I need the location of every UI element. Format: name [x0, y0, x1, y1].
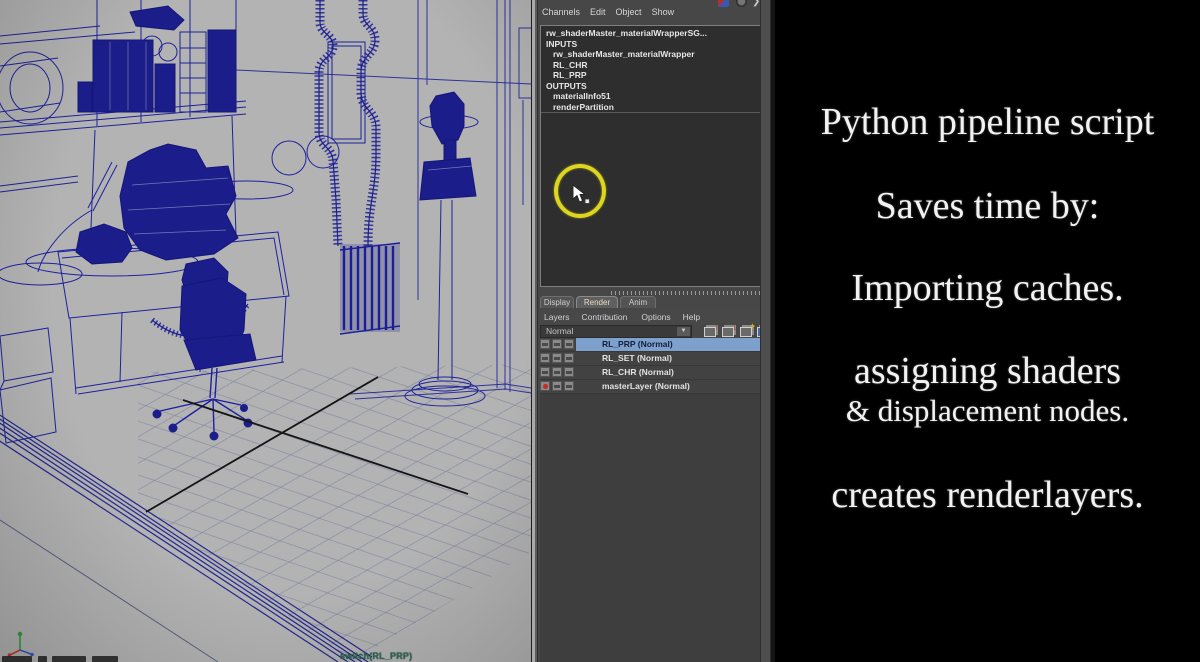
channel-box-list: rw_shaderMaster_materialWrapperSG... INP… — [541, 26, 760, 112]
tab-anim[interactable]: Anim — [620, 296, 656, 308]
channel-section: OUTPUTS — [541, 81, 760, 92]
layer-renderable-toggle[interactable] — [540, 367, 550, 377]
menu-object[interactable]: Object — [616, 7, 642, 17]
panel-divider[interactable] — [531, 0, 538, 662]
layer-editor-menubar: Layers Contribution Options Help — [540, 310, 761, 323]
channel-box[interactable]: rw_shaderMaster_materialWrapperSG... INP… — [540, 25, 761, 287]
clipped-text-fragment — [2, 656, 32, 662]
wireframe-scene — [0, 0, 531, 662]
caption-line: assigning shaders — [854, 349, 1121, 393]
layer-renderable-toggle[interactable] — [540, 381, 550, 391]
menu-show[interactable]: Show — [652, 7, 675, 17]
panel-scrollbar[interactable] — [760, 0, 771, 662]
menu-channels[interactable]: Channels — [542, 7, 580, 17]
move-layer-down-icon[interactable]: ↓ — [721, 324, 736, 338]
layer-row[interactable]: RL_PRP (Normal) — [540, 338, 761, 352]
layer-row[interactable]: RL_CHR (Normal) — [540, 366, 761, 380]
channel-item[interactable]: RL_PRP — [541, 70, 760, 81]
create-empty-layer-icon[interactable]: + — [739, 324, 754, 338]
panel-top-icons: ❯ — [531, 0, 775, 7]
layer-toggle[interactable] — [564, 381, 574, 391]
layer-toggle[interactable] — [564, 367, 574, 377]
blend-mode-dropdown[interactable]: Normal ▼ — [540, 325, 692, 338]
tab-render[interactable]: Render — [576, 296, 618, 308]
layer-renderable-toggle[interactable] — [540, 339, 550, 349]
maya-viewport[interactable]: switch(RL_PRP) — [0, 0, 531, 662]
layer-name[interactable]: RL_CHR (Normal) — [576, 366, 761, 379]
layer-row[interactable]: RL_SET (Normal) — [540, 352, 761, 366]
caption-line: creates renderlayers. — [831, 473, 1143, 517]
channel-section: INPUTS — [541, 39, 760, 50]
layer-renderable-toggle[interactable] — [540, 353, 550, 363]
clipped-text-fragment — [52, 656, 86, 662]
layer-row[interactable]: masterLayer (Normal) — [540, 380, 761, 394]
channel-item[interactable]: rw_shaderMaster_materialWrapperSG... — [541, 28, 760, 39]
tab-display[interactable]: Display — [540, 296, 574, 308]
axis-gizmo-icon — [6, 630, 40, 658]
caption-line: Importing caches. — [851, 266, 1123, 310]
blend-mode-value: Normal — [546, 326, 573, 336]
layer-toggle[interactable] — [552, 367, 562, 377]
caption-line: & displacement nodes. — [846, 393, 1129, 429]
channel-item[interactable]: materialInfo51 — [541, 91, 760, 102]
chevron-down-icon[interactable]: ▼ — [677, 327, 690, 336]
channel-item[interactable]: rw_shaderMaster_materialWrapper — [541, 49, 760, 60]
caption-line: Python pipeline script — [821, 100, 1155, 144]
menu-options[interactable]: Options — [641, 312, 670, 322]
channel-item[interactable]: renderPartition — [541, 102, 760, 113]
channel-box-separator — [541, 112, 760, 113]
caption-panel: Python pipeline script Saves time by: Im… — [775, 0, 1200, 662]
not-renderable-indicator — [543, 384, 548, 389]
key-icon[interactable] — [718, 0, 729, 7]
screenshot-stage: switch(RL_PRP) Channels Edit Object Show… — [0, 0, 1200, 662]
layer-toggle[interactable] — [552, 381, 562, 391]
menu-edit[interactable]: Edit — [590, 7, 606, 17]
panel-drag-handle[interactable] — [611, 291, 761, 295]
menu-contribution[interactable]: Contribution — [582, 312, 628, 322]
clipped-text-fragment — [38, 656, 47, 662]
layer-list-empty-area — [540, 394, 761, 662]
clipped-text-fragment — [92, 656, 118, 662]
channel-item[interactable]: RL_CHR — [541, 60, 760, 71]
render-layer-list: RL_PRP (Normal) RL_SET (Normal) RL_CHR (… — [540, 338, 761, 394]
layer-toggle[interactable] — [552, 353, 562, 363]
mouse-cursor-icon — [572, 184, 592, 206]
maya-side-panel: Channels Edit Object Show ❯ rw_shaderMas… — [531, 0, 775, 662]
layer-name[interactable]: masterLayer (Normal) — [576, 380, 761, 393]
menu-help[interactable]: Help — [683, 312, 700, 322]
menu-layers[interactable]: Layers — [544, 312, 570, 322]
caption-line: Saves time by: — [876, 184, 1100, 228]
layer-name[interactable]: RL_PRP (Normal) — [576, 338, 761, 351]
layer-toggle[interactable] — [564, 339, 574, 349]
viewport-annotation: switch(RL_PRP) — [340, 651, 412, 661]
layer-name[interactable]: RL_SET (Normal) — [576, 352, 761, 365]
layer-toggle[interactable] — [552, 339, 562, 349]
move-layer-up-icon[interactable]: ↑ — [703, 324, 718, 338]
layer-toggle[interactable] — [564, 353, 574, 363]
lock-icon[interactable] — [736, 0, 747, 7]
